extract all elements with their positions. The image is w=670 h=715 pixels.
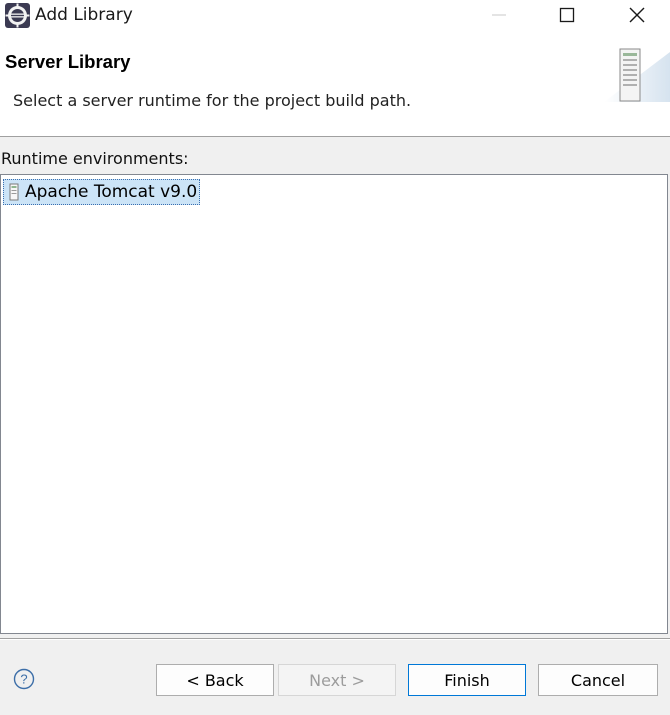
minimize-button[interactable] (476, 0, 522, 30)
footer-separator (0, 638, 670, 640)
eclipse-icon (5, 3, 30, 28)
cancel-button[interactable]: Cancel (538, 664, 658, 696)
page-description: Select a server runtime for the project … (13, 91, 412, 110)
window-title: Add Library (35, 5, 133, 25)
list-item-label: Apache Tomcat v9.0 (25, 182, 198, 202)
page-title: Server Library (5, 51, 131, 72)
tomcat-server-icon (5, 182, 23, 202)
runtime-environments-list[interactable]: Apache Tomcat v9.0 (0, 174, 668, 634)
maximize-icon (559, 7, 575, 23)
next-button[interactable]: Next > (278, 664, 396, 696)
list-item-apache-tomcat[interactable]: Apache Tomcat v9.0 (3, 179, 201, 205)
close-button[interactable] (614, 0, 660, 30)
maximize-button[interactable] (544, 0, 590, 30)
close-icon (629, 7, 645, 23)
wizard-banner: Server Library Select a server runtime f… (0, 32, 670, 137)
finish-button[interactable]: Finish (408, 664, 526, 696)
runtime-environments-label: Runtime environments: (1, 149, 189, 168)
server-tower-icon (598, 42, 670, 102)
title-bar: Add Library (0, 0, 670, 32)
svg-text:?: ? (20, 672, 27, 687)
help-icon[interactable]: ? (13, 668, 35, 690)
back-button[interactable]: < Back (156, 664, 274, 696)
minimize-icon (492, 14, 506, 16)
